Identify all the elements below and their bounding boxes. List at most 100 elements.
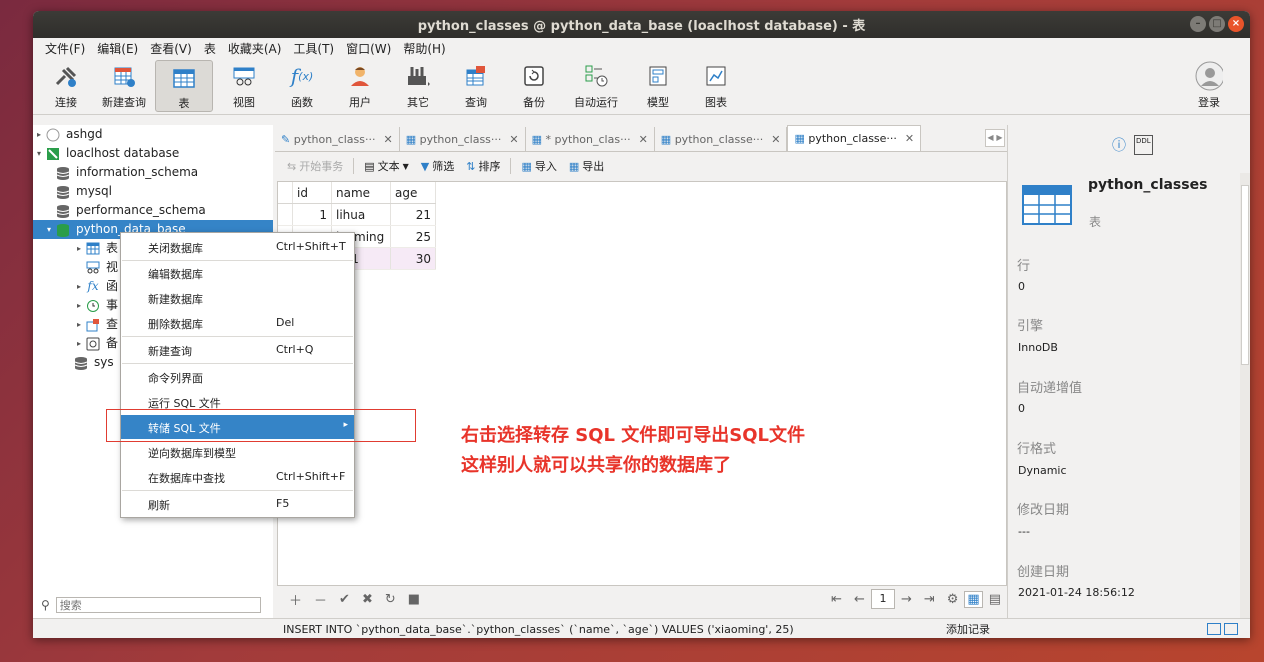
cell[interactable]: 1: [292, 203, 332, 226]
cell[interactable]: lihua: [331, 203, 391, 226]
close-icon[interactable]: ✕: [384, 133, 393, 146]
table-row[interactable]: 1 lihua 21: [278, 203, 436, 226]
minimize-button[interactable]: –: [1190, 16, 1206, 32]
menu-edit[interactable]: 编辑(E): [91, 40, 144, 57]
import-icon: ▦: [521, 159, 532, 173]
menu-delete-database[interactable]: 删除数据库 Del: [121, 311, 354, 335]
menu-window[interactable]: 窗口(W): [340, 40, 397, 57]
menu-view[interactable]: 查看(V): [144, 40, 198, 57]
menu-command-line[interactable]: 命令列界面: [121, 365, 354, 389]
stop-icon[interactable]: ■: [402, 592, 426, 607]
cell[interactable]: 21: [390, 203, 436, 226]
menu-help[interactable]: 帮助(H): [397, 40, 451, 57]
auto-run-button[interactable]: 自动运行: [563, 58, 629, 110]
tree-db-information-schema[interactable]: information_schema: [33, 163, 273, 182]
close-button[interactable]: ×: [1228, 16, 1244, 32]
import-button[interactable]: ▦ 导入: [517, 158, 560, 174]
sort-icon: ⇅: [466, 159, 476, 173]
first-page-icon[interactable]: ⇤: [825, 592, 848, 607]
form-view-icon[interactable]: ▤: [983, 592, 1007, 607]
object-type: 表: [1089, 215, 1102, 229]
created-value: 2021-01-24 18:56:12: [1018, 586, 1135, 599]
table-icon: ▦: [405, 132, 417, 146]
prev-page-icon[interactable]: ←: [848, 592, 871, 607]
tab-query-1[interactable]: ✎ python_class··· ✕: [275, 127, 400, 151]
tab-design-3[interactable]: ▦ * python_clas··· ✕: [526, 127, 655, 151]
next-page-icon[interactable]: →: [895, 592, 918, 607]
menu-new-query[interactable]: 新建查询 Ctrl+Q: [121, 338, 354, 362]
menu-file[interactable]: 文件(F): [39, 40, 91, 57]
rows-value: 0: [1018, 280, 1025, 293]
view-button[interactable]: 视图: [215, 58, 273, 110]
search-input[interactable]: [55, 597, 261, 613]
model-button[interactable]: 模型: [629, 58, 687, 110]
modified-value: ---: [1018, 525, 1030, 538]
editor-area: ✎ python_class··· ✕ ▦ python_class··· ✕ ▦ …: [275, 125, 1007, 618]
user-icon: [346, 62, 374, 90]
grid-view-icon[interactable]: ▦: [964, 590, 983, 608]
layout-right-icon[interactable]: [1224, 623, 1238, 635]
layout-left-icon[interactable]: [1207, 623, 1221, 635]
menu-reverse-model[interactable]: 逆向数据库到模型: [121, 440, 354, 464]
menu-new-database[interactable]: 新建数据库: [121, 286, 354, 310]
tree-connection-localhost[interactable]: ▾ loaclhost database: [33, 144, 273, 163]
apply-icon[interactable]: ✔: [333, 592, 356, 607]
begin-transaction-button[interactable]: ⇆ 开始事务: [283, 158, 347, 174]
menu-find-in-database[interactable]: 在数据库中查找 Ctrl+Shift+F: [121, 465, 354, 489]
close-icon[interactable]: ✕: [639, 133, 648, 146]
close-icon[interactable]: ✕: [771, 133, 780, 146]
rowformat-value: Dynamic: [1018, 464, 1067, 477]
menu-table[interactable]: 表: [198, 40, 222, 57]
query-button[interactable]: 查询: [447, 58, 505, 110]
last-page-icon[interactable]: ⇥: [918, 592, 941, 607]
database-icon: [73, 356, 89, 370]
panel-scrollbar[interactable]: [1240, 173, 1250, 618]
maximize-button[interactable]: □: [1209, 16, 1225, 32]
connect-button[interactable]: 连接: [37, 58, 95, 110]
add-record-icon[interactable]: ＋: [283, 590, 308, 609]
info-icon[interactable]: ⓘ: [1112, 135, 1126, 155]
tab-table-2[interactable]: ▦ python_class··· ✕: [400, 127, 526, 151]
autoinc-label: 自动递增值: [1017, 381, 1083, 396]
login-button[interactable]: 登录: [1180, 58, 1238, 110]
table-button[interactable]: 表: [155, 60, 213, 112]
sort-button[interactable]: ⇅ 排序: [462, 158, 504, 174]
tab-table-5[interactable]: ▦ python_classe··· ✕: [787, 125, 922, 151]
cell[interactable]: 30: [390, 247, 436, 270]
chevron-left-icon[interactable]: ◀: [986, 130, 995, 146]
column-header[interactable]: id: [292, 182, 332, 204]
column-header[interactable]: name: [331, 182, 391, 204]
ddl-icon[interactable]: DDL: [1134, 135, 1153, 155]
discard-icon[interactable]: ✖: [356, 592, 379, 607]
menu-close-database[interactable]: 关闭数据库 Ctrl+Shift+T: [121, 235, 354, 259]
column-header[interactable]: age: [390, 182, 436, 204]
menu-tools[interactable]: 工具(T): [287, 40, 340, 57]
text-button[interactable]: ▤ 文本 ▼: [360, 158, 413, 174]
menu-edit-database[interactable]: 编辑数据库: [121, 261, 354, 285]
tree-db-mysql[interactable]: mysql: [33, 182, 273, 201]
cell[interactable]: 25: [390, 225, 436, 248]
delete-record-icon[interactable]: －: [308, 590, 333, 609]
tab-design-4[interactable]: ▦ python_classe··· ✕: [655, 127, 788, 151]
page-number[interactable]: 1: [870, 589, 895, 609]
backup-button[interactable]: 备份: [505, 58, 563, 110]
tree-db-performance-schema[interactable]: performance_schema: [33, 201, 273, 220]
close-icon[interactable]: ✕: [509, 133, 518, 146]
status-add-record: 添加记录: [946, 623, 990, 636]
chart-button[interactable]: 图表: [687, 58, 745, 110]
gear-icon[interactable]: ⚙: [941, 592, 965, 607]
close-icon[interactable]: ✕: [905, 132, 914, 145]
other-button[interactable]: 其它: [389, 58, 447, 110]
new-query-button[interactable]: 新建查询: [95, 58, 153, 110]
refresh-icon[interactable]: ↻: [379, 592, 402, 607]
table-design-icon: ▦: [531, 132, 543, 146]
tab-scroll[interactable]: ◀ ▶: [985, 129, 1005, 147]
filter-button[interactable]: ▼ 筛选: [417, 158, 458, 174]
function-button[interactable]: f (x) 函数: [273, 58, 331, 110]
tree-connection-ashgd[interactable]: ▸ ashgd: [33, 125, 273, 144]
menu-favorites[interactable]: 收藏夹(A): [222, 40, 288, 57]
user-button[interactable]: 用户: [331, 58, 389, 110]
chevron-right-icon[interactable]: ▶: [995, 130, 1004, 146]
export-button[interactable]: ▦ 导出: [565, 158, 608, 174]
menu-refresh[interactable]: 刷新 F5: [121, 492, 354, 516]
